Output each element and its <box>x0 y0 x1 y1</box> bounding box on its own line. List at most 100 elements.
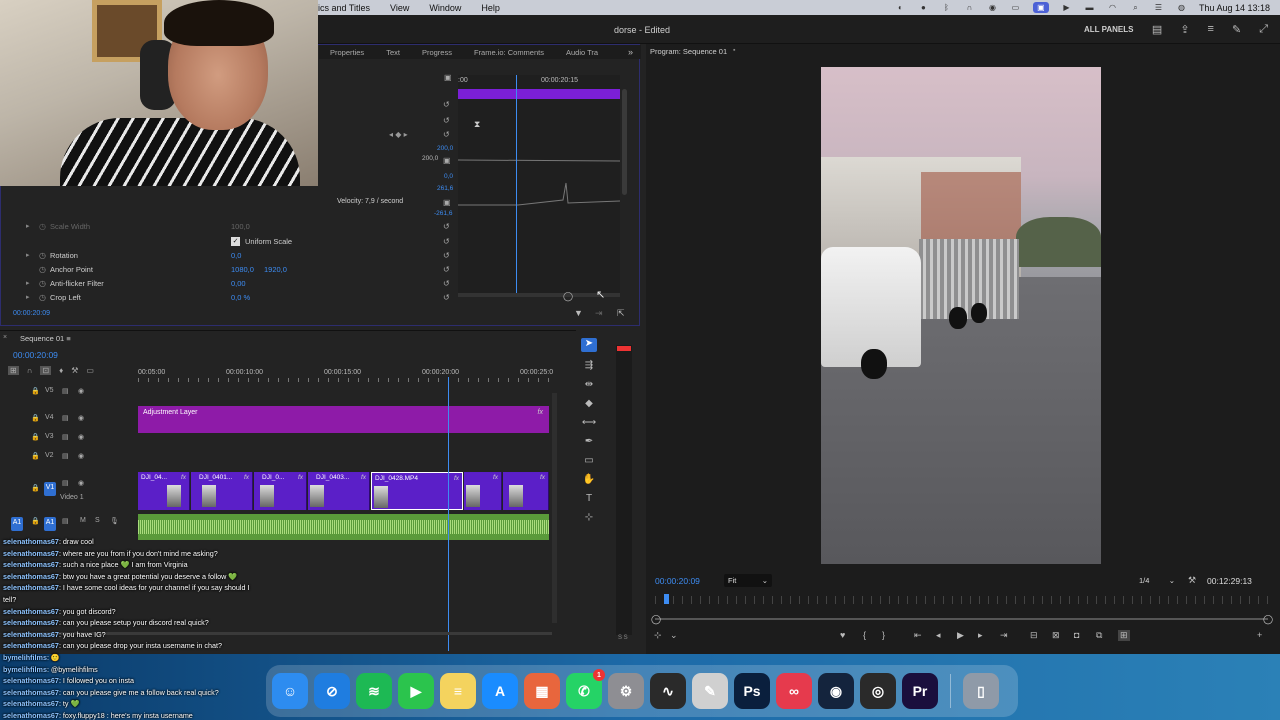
lock-icon[interactable]: 🔒 <box>31 484 40 492</box>
zoom-handle-left[interactable]: ◯ <box>651 614 661 625</box>
tab-text[interactable]: Text <box>375 45 411 59</box>
program-monitor-title[interactable]: Program: Sequence 01 <box>650 47 727 56</box>
property-value[interactable]: 0,0 <box>231 251 241 260</box>
rectangle-tool-icon[interactable]: ▭ <box>584 455 593 466</box>
eye-icon[interactable]: ◉ <box>78 479 84 487</box>
stopwatch-icon[interactable]: ◷ <box>39 293 46 302</box>
creative-cloud-icon[interactable]: ∞ <box>776 673 812 709</box>
panel-menu-icon[interactable]: ▪ <box>733 47 735 54</box>
track-header-v1[interactable]: 🔒 V1 ▤ ◉ Video 1 <box>0 477 136 507</box>
menu-titles[interactable]: ics and Titles <box>318 3 370 13</box>
program-timecode[interactable]: 00:00:20:09 <box>655 576 700 586</box>
vertical-scrollbar[interactable] <box>622 89 627 195</box>
safe-margins-icon[interactable]: ⊹ <box>654 630 662 641</box>
photoshop-icon[interactable]: Ps <box>734 673 770 709</box>
effect-current-time[interactable]: 00:00:20:09 <box>13 310 50 317</box>
record-icon[interactable]: ● <box>918 3 929 12</box>
reset-icon[interactable]: ↺ <box>443 116 450 125</box>
wifi-icon[interactable]: ◠ <box>1107 3 1118 12</box>
eye-icon[interactable]: ◉ <box>78 433 84 441</box>
reset-icon[interactable]: ▣ <box>443 156 451 165</box>
lock-icon[interactable]: 🔒 <box>31 517 40 525</box>
filter-icon[interactable]: ▣ <box>444 73 452 82</box>
timeline-vertical-scrollbar[interactable] <box>552 393 557 623</box>
video-clip[interactable]: DJI_04... fx <box>138 472 190 510</box>
siri-icon[interactable]: ◍ <box>1176 3 1187 12</box>
track-header-v5[interactable]: 🔒 V5 ▤ ◉ <box>0 387 136 403</box>
feedback-icon[interactable]: ✎ <box>1232 23 1241 36</box>
uniform-scale-checkbox[interactable]: ✓ <box>231 237 240 246</box>
property-value[interactable]: 0,00 <box>231 279 246 288</box>
menu-clock[interactable]: Thu Aug 14 13:18 <box>1199 3 1270 13</box>
property-row[interactable]: ▸ ◷ Scale Width 100,0 <box>1 222 456 234</box>
step-back-icon[interactable]: ◂ <box>936 630 941 641</box>
property-value[interactable]: 100,0 <box>231 222 250 231</box>
pen-tool-icon[interactable]: ✒ <box>585 436 593 447</box>
slip-tool-icon[interactable]: ⟷ <box>582 417 596 428</box>
panel-layout-icon[interactable]: ▤ <box>1152 23 1162 36</box>
obs-icon[interactable]: ◎ <box>860 673 896 709</box>
trash-icon[interactable]: ▯ <box>963 673 999 709</box>
menu-icon[interactable]: ≡ <box>1208 23 1214 36</box>
lock-icon[interactable]: 🔒 <box>31 387 40 395</box>
program-video-frame[interactable] <box>821 67 1101 564</box>
settings-icon[interactable]: ⇱ <box>617 308 625 319</box>
eye-icon[interactable]: ◉ <box>78 414 84 422</box>
insert-icon[interactable]: ⊞ <box>8 366 19 375</box>
step-forward-icon[interactable]: ▸ <box>978 630 983 641</box>
sync-icon[interactable]: ▤ <box>62 479 69 487</box>
zoom-handle-right[interactable]: ◯ <box>1263 614 1273 625</box>
user-icon[interactable]: ◉ <box>987 3 998 12</box>
track-select-tool-icon[interactable]: ⇶ <box>585 360 593 371</box>
track-target-a1[interactable]: A1 <box>44 517 56 531</box>
playhead[interactable] <box>516 75 517 297</box>
sync-icon[interactable]: ▤ <box>62 433 69 441</box>
go-to-in-icon[interactable]: ⇤ <box>914 630 922 641</box>
headphones-icon[interactable]: ∩ <box>964 3 975 12</box>
razor-tool-icon[interactable]: ◆ <box>585 398 593 409</box>
share-icon[interactable]: ⇪ <box>1180 23 1189 36</box>
menu-help[interactable]: Help <box>481 3 500 13</box>
property-row[interactable]: ▸ ◷ Anti-flicker Filter 0,00 ↺ <box>1 279 456 291</box>
go-to-out-icon[interactable]: ⇥ <box>1000 630 1008 641</box>
fullscreen-icon[interactable]: ⤢ <box>1259 23 1268 36</box>
reset-icon[interactable]: ↺ <box>443 251 450 260</box>
twirl-icon[interactable]: ▸ <box>26 251 30 259</box>
video-clip-selected[interactable]: DJI_0428.MP4 fx <box>371 472 463 510</box>
resolution-select[interactable]: 1/4 ⌄ <box>1135 574 1179 587</box>
mark-in-icon[interactable]: { <box>863 630 866 640</box>
menu-window[interactable]: Window <box>429 3 461 13</box>
property-row[interactable]: ▸ ◷ Crop Left 0,0 % ↺ <box>1 293 456 305</box>
timeline-ruler[interactable]: 00:05:00 00:00:10:00 00:00:15:00 00:00:2… <box>138 367 553 383</box>
adjustment-layer-clip[interactable]: Adjustment Layer fx <box>138 406 549 433</box>
sync-icon[interactable]: ▤ <box>62 414 69 422</box>
video-clip[interactable]: DJI_0403... fx <box>308 472 370 510</box>
tab-audio-track[interactable]: Audio Tra <box>555 45 609 59</box>
bluetooth-icon[interactable]: ᛒ <box>941 3 952 12</box>
video-clip[interactable]: fx <box>464 472 502 510</box>
captions-icon[interactable]: ▭ <box>86 366 94 375</box>
sync-icon[interactable]: ▤ <box>62 517 69 525</box>
ripple-edit-tool-icon[interactable]: ⇹ <box>585 379 593 390</box>
stopwatch-icon[interactable]: ◷ <box>39 265 46 274</box>
chevron-down-icon[interactable]: ⌄ <box>670 630 678 641</box>
reset-icon[interactable]: ↺ <box>443 100 450 109</box>
display-icon[interactable]: ▭ <box>1010 3 1021 12</box>
activity-monitor-icon[interactable]: ∿ <box>650 673 686 709</box>
snap-icon[interactable]: ∩ <box>27 366 33 375</box>
program-playhead[interactable] <box>664 594 669 604</box>
linked-selection-icon[interactable]: ⊡ <box>40 366 52 375</box>
tab-properties[interactable]: Properties <box>319 45 375 59</box>
clip-bar[interactable] <box>458 89 620 99</box>
funnel-icon[interactable]: ▼ <box>574 308 583 318</box>
property-row[interactable]: ✓ Uniform Scale ↺ <box>1 237 456 249</box>
reset-icon[interactable]: ↺ <box>443 237 450 246</box>
tab-progress[interactable]: Progress <box>411 45 463 59</box>
twirl-icon[interactable]: ▸ <box>26 293 30 301</box>
pencil-app-icon[interactable]: ✎ <box>692 673 728 709</box>
program-time-ruler[interactable] <box>655 596 1270 604</box>
reset-icon[interactable]: ▣ <box>443 198 451 207</box>
battery-icon[interactable]: ▬ <box>1084 3 1095 12</box>
overlay-icon[interactable]: ⊞ <box>1118 629 1130 641</box>
velocity-graph[interactable] <box>458 145 620 225</box>
